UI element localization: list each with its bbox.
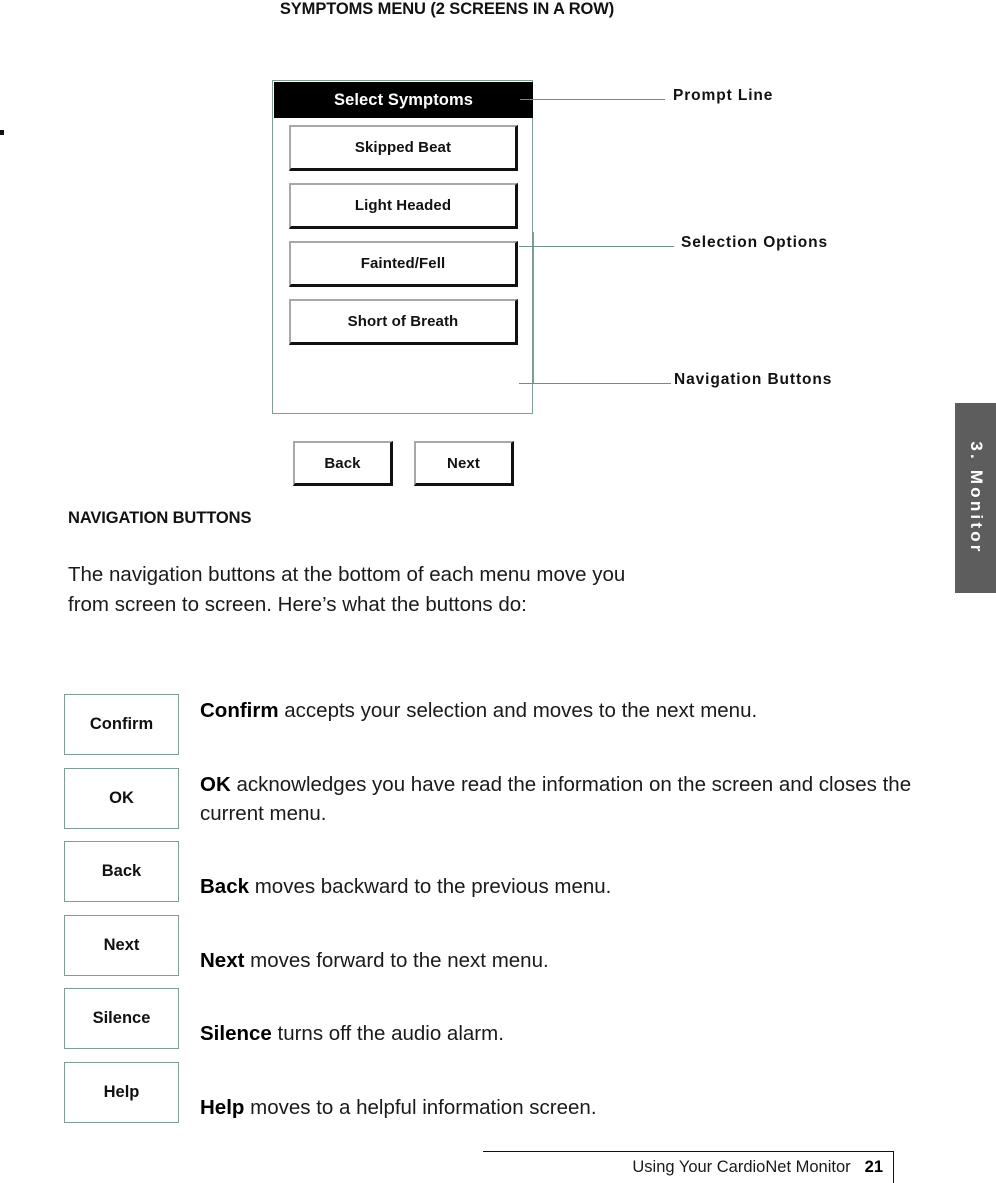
button-description-back: Back moves backward to the previous menu…	[200, 841, 611, 901]
page-title: SYMPTOMS MENU (2 SCREENS IN A ROW)	[279, 0, 615, 18]
button-key-back[interactable]: Back	[64, 841, 179, 902]
screen-back-button[interactable]: Back	[293, 441, 393, 486]
button-description-silence-term: Silence	[200, 1022, 272, 1045]
button-description-help-text: moves to a helpful information screen.	[244, 1095, 597, 1119]
button-key-silence[interactable]: Silence	[64, 988, 179, 1049]
callout-label-selection-options: Selection Options	[681, 234, 829, 251]
button-description-help-term: Help	[200, 1095, 245, 1119]
button-description-next-text: moves forward to the next menu.	[244, 948, 549, 972]
table-row: OK OK acknowledges you have read the inf…	[64, 767, 924, 842]
screen-next-button[interactable]: Next	[414, 441, 514, 486]
button-description-ok-term: OK	[200, 772, 231, 796]
button-description-help: Help moves to a helpful information scre…	[200, 1062, 597, 1122]
button-key-ok[interactable]: OK	[64, 767, 179, 829]
button-description-ok-text: acknowledges you have read the informati…	[200, 772, 912, 825]
screen-navigation-buttons: Back Next	[273, 441, 534, 486]
footer-page-number: 21	[864, 1158, 883, 1176]
footer-title: Using Your CardioNet Monitor	[632, 1158, 851, 1176]
button-key-next[interactable]: Next	[64, 914, 179, 976]
button-key-help[interactable]: Help	[64, 1061, 179, 1123]
prompt-line: Select Symptoms	[274, 82, 533, 118]
table-row: Silence Silence turns off the audio alar…	[64, 988, 924, 1062]
button-description-ok: OK acknowledges you have read the inform…	[200, 768, 924, 828]
button-description-silence-text: turns off the audio alarm.	[271, 1022, 504, 1045]
section-heading: NAVIGATION BUTTONS	[68, 509, 252, 527]
button-key-confirm[interactable]: Confirm	[64, 694, 179, 755]
option-button-skipped-beat[interactable]: Skipped Beat	[289, 125, 518, 171]
table-row: Confirm Confirm accepts your selection a…	[64, 694, 924, 768]
button-description-confirm: Confirm accepts your selection and moves…	[200, 694, 757, 725]
table-row: Next Next moves forward to the next menu…	[64, 914, 924, 989]
section-body-text: The navigation buttons at the bottom of …	[68, 563, 626, 616]
ink-speck	[0, 130, 4, 135]
button-description-silence: Silence turns off the audio alarm.	[200, 988, 504, 1048]
table-row: Help Help moves to a helpful information…	[64, 1061, 924, 1136]
table-row: Back Back moves backward to the previous…	[64, 841, 924, 915]
callout-line-navigation-buttons	[519, 383, 671, 384]
button-description-next-term: Next	[200, 948, 245, 972]
navigation-button-reference-table: Confirm Confirm accepts your selection a…	[64, 694, 924, 1135]
selection-options-list: Skipped Beat Light Headed Fainted/Fell S…	[273, 125, 534, 357]
button-description-confirm-term: Confirm	[200, 699, 279, 722]
footer-vertical-rule	[893, 1151, 894, 1183]
button-description-back-text: moves backward to the previous menu.	[249, 875, 612, 898]
device-screen-mockup: Select Symptoms Skipped Beat Light Heade…	[272, 80, 534, 486]
option-button-fainted-fell[interactable]: Fainted/Fell	[289, 241, 518, 287]
chapter-tab-label: 3. Monitor	[966, 441, 986, 555]
callout-line-selection-options	[519, 246, 674, 247]
button-description-next: Next moves forward to the next menu.	[200, 915, 549, 975]
callout-line-prompt	[520, 99, 665, 100]
footer: Using Your CardioNet Monitor 21	[483, 1158, 883, 1177]
callout-label-prompt-line: Prompt Line	[673, 87, 774, 104]
button-description-back-term: Back	[200, 875, 250, 898]
footer-rule	[483, 1151, 894, 1152]
button-description-confirm-text: accepts your selection and moves to the …	[278, 699, 758, 722]
callout-label-navigation-buttons: Navigation Buttons	[674, 371, 833, 388]
option-button-short-of-breath[interactable]: Short of Breath	[289, 299, 518, 345]
callout-vline-screen-edge	[533, 232, 534, 384]
option-button-light-headed[interactable]: Light Headed	[289, 183, 518, 229]
chapter-tab: 3. Monitor	[955, 403, 996, 593]
